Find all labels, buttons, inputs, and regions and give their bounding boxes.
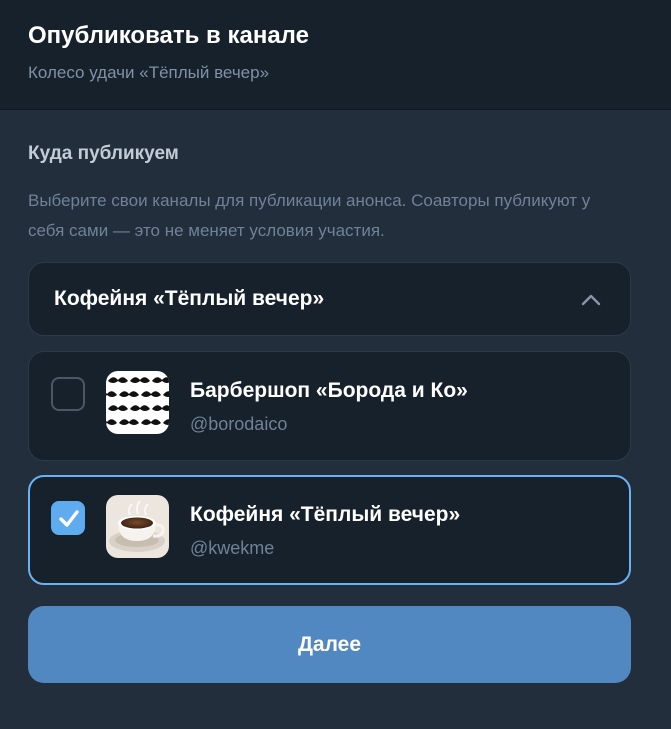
checkmark-icon — [59, 510, 79, 527]
dialog-subtitle: Колесо удачи «Тёплый вечер» — [28, 63, 270, 82]
dropdown-selected-label: Кофейня «Тёплый вечер» — [54, 287, 325, 310]
dialog-header: Опубликовать в канале Колесо удачи «Тёпл… — [0, 0, 671, 110]
dialog-title: Опубликовать в канале — [28, 22, 309, 49]
channel-handle: @borodaico — [190, 414, 288, 434]
channel-option-kwekme[interactable]: Кофейня «Тёплый вечер» @kwekme — [28, 475, 631, 585]
chevron-up-icon — [581, 294, 601, 306]
channel-name: Кофейня «Тёплый вечер» — [190, 503, 461, 526]
channel-name: Барбершоп «Борода и Ко» — [190, 379, 468, 402]
channel-checkbox-checked[interactable] — [51, 501, 85, 535]
channel-dropdown[interactable]: Кофейня «Тёплый вечер» — [28, 262, 631, 336]
channel-handle: @kwekme — [190, 538, 275, 558]
channel-option-borodaico[interactable]: Барбершоп «Борода и Ко» @borodaico — [28, 351, 631, 461]
channel-checkbox[interactable] — [51, 377, 85, 411]
section-title: Куда публикуем — [28, 143, 179, 164]
coffee-cup-avatar — [106, 495, 169, 558]
section-description: Выберите свои каналы для публикации анон… — [28, 191, 591, 240]
mustache-pattern-avatar — [106, 371, 169, 434]
next-button[interactable]: Далее — [28, 606, 631, 683]
